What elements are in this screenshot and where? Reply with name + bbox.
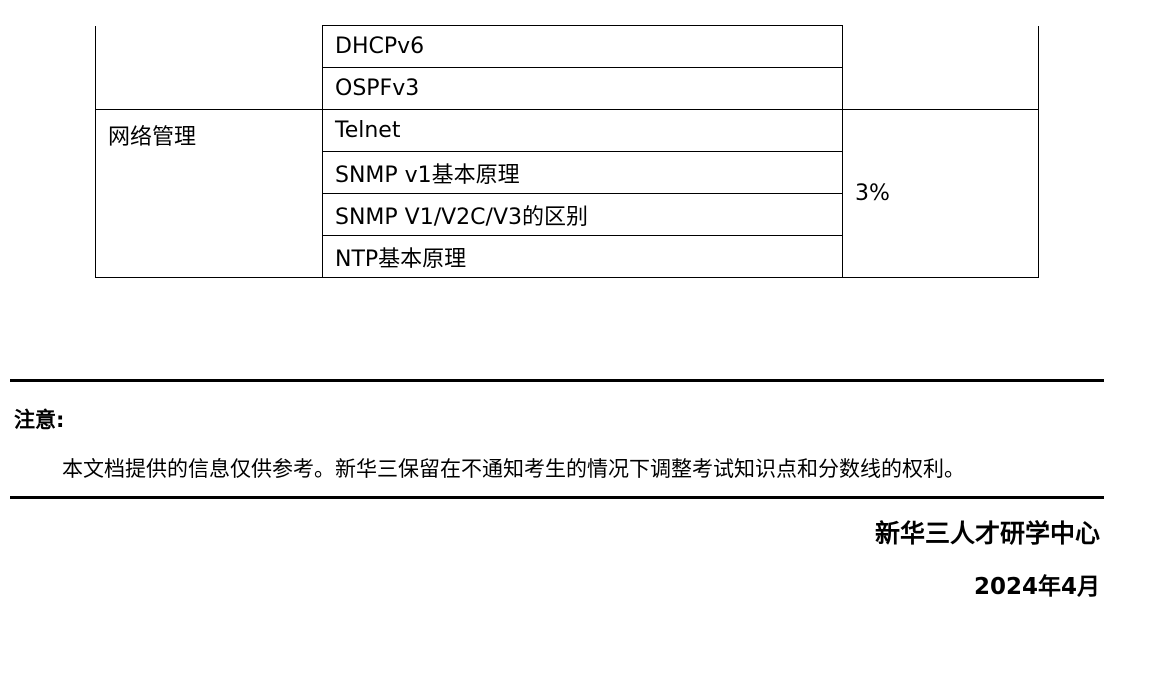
topic-cell: OSPFv3 (322, 67, 843, 110)
notice-title: 注意: (14, 408, 65, 432)
exam-topics-table: DHCPv6 OSPFv3 网络管理 Telnet 3% SNMP v1基本原理… (95, 25, 1039, 278)
weight-cell: 3% (842, 109, 1039, 278)
topic-cell: NTP基本原理 (322, 235, 843, 278)
divider-bottom (10, 496, 1104, 499)
table-row: 网络管理 Telnet 3% (95, 109, 1039, 278)
publication-date: 2024年4月 (973, 574, 1100, 600)
notice-body: 本文档提供的信息仅供参考。新华三保留在不通知考生的情况下调整考试知识点和分数线的… (62, 457, 965, 481)
topic-cell: Telnet (322, 109, 843, 152)
organization-name: 新华三人才研学中心 (874, 519, 1100, 548)
table-row: DHCPv6 (95, 25, 1039, 110)
topic-cell: SNMP v1基本原理 (322, 151, 843, 194)
weight-cell (842, 25, 1039, 110)
category-cell: 网络管理 (95, 109, 323, 278)
topic-cell: DHCPv6 (322, 25, 843, 68)
category-cell (95, 25, 323, 110)
divider-top (10, 379, 1104, 382)
topic-cell: SNMP V1/V2C/V3的区别 (322, 193, 843, 236)
